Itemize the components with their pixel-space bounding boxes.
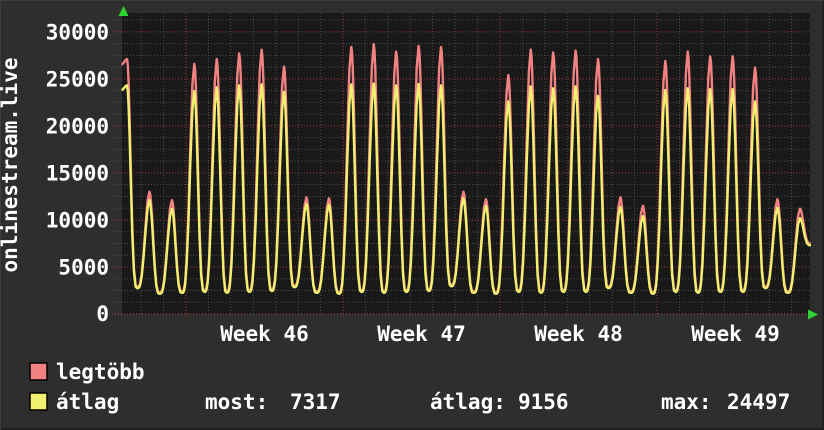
y-tick-label: 20000 [46, 115, 109, 139]
stat-max-value: 24497 [727, 390, 790, 414]
x-tick-label: Week 49 [691, 322, 780, 346]
legend-label-atlag: átlag [56, 390, 119, 414]
y-tick-label: 10000 [46, 209, 109, 233]
legend-label-legtobb: legtöbb [56, 360, 145, 384]
x-axis-arrow-icon [808, 309, 818, 320]
stat-atlag-label: átlag: [430, 390, 506, 414]
stat-max-label: max: [661, 390, 712, 414]
y-axis-labels: 0 5000 10000 15000 20000 25000 30000 [46, 21, 109, 327]
y-tick-label: 25000 [46, 68, 109, 92]
x-axis-labels: Week 46 Week 47 Week 48 Week 49 [220, 322, 780, 346]
vertical-axis-title: onlinestream.live [0, 58, 22, 273]
rrd-graph-panel: 0 5000 10000 15000 20000 25000 30000 Wee… [0, 0, 824, 430]
y-tick-label: 15000 [46, 162, 109, 186]
y-tick-label: 30000 [46, 21, 109, 45]
stat-most-label: most: [205, 390, 268, 414]
legend-swatch-legtobb [29, 362, 48, 381]
x-tick-label: Week 48 [534, 322, 623, 346]
legend: legtöbb átlag most: 7317 átlag: 9156 max: 2… [29, 360, 790, 414]
viewer-graph: 0 5000 10000 15000 20000 25000 30000 Wee… [0, 6, 818, 414]
stat-atlag: átlag: 9156 [430, 390, 569, 414]
legend-swatch-atlag [29, 392, 48, 411]
y-axis-arrow-icon [118, 6, 129, 16]
stat-atlag-value: 9156 [518, 390, 569, 414]
stat-most: most: 7317 [205, 390, 341, 414]
y-tick-label: 5000 [58, 256, 109, 280]
stat-max: max: 24497 [661, 390, 790, 414]
x-tick-label: Week 47 [377, 322, 466, 346]
stat-most-value: 7317 [290, 390, 341, 414]
x-tick-label: Week 46 [220, 322, 309, 346]
y-tick-label: 0 [96, 302, 109, 326]
